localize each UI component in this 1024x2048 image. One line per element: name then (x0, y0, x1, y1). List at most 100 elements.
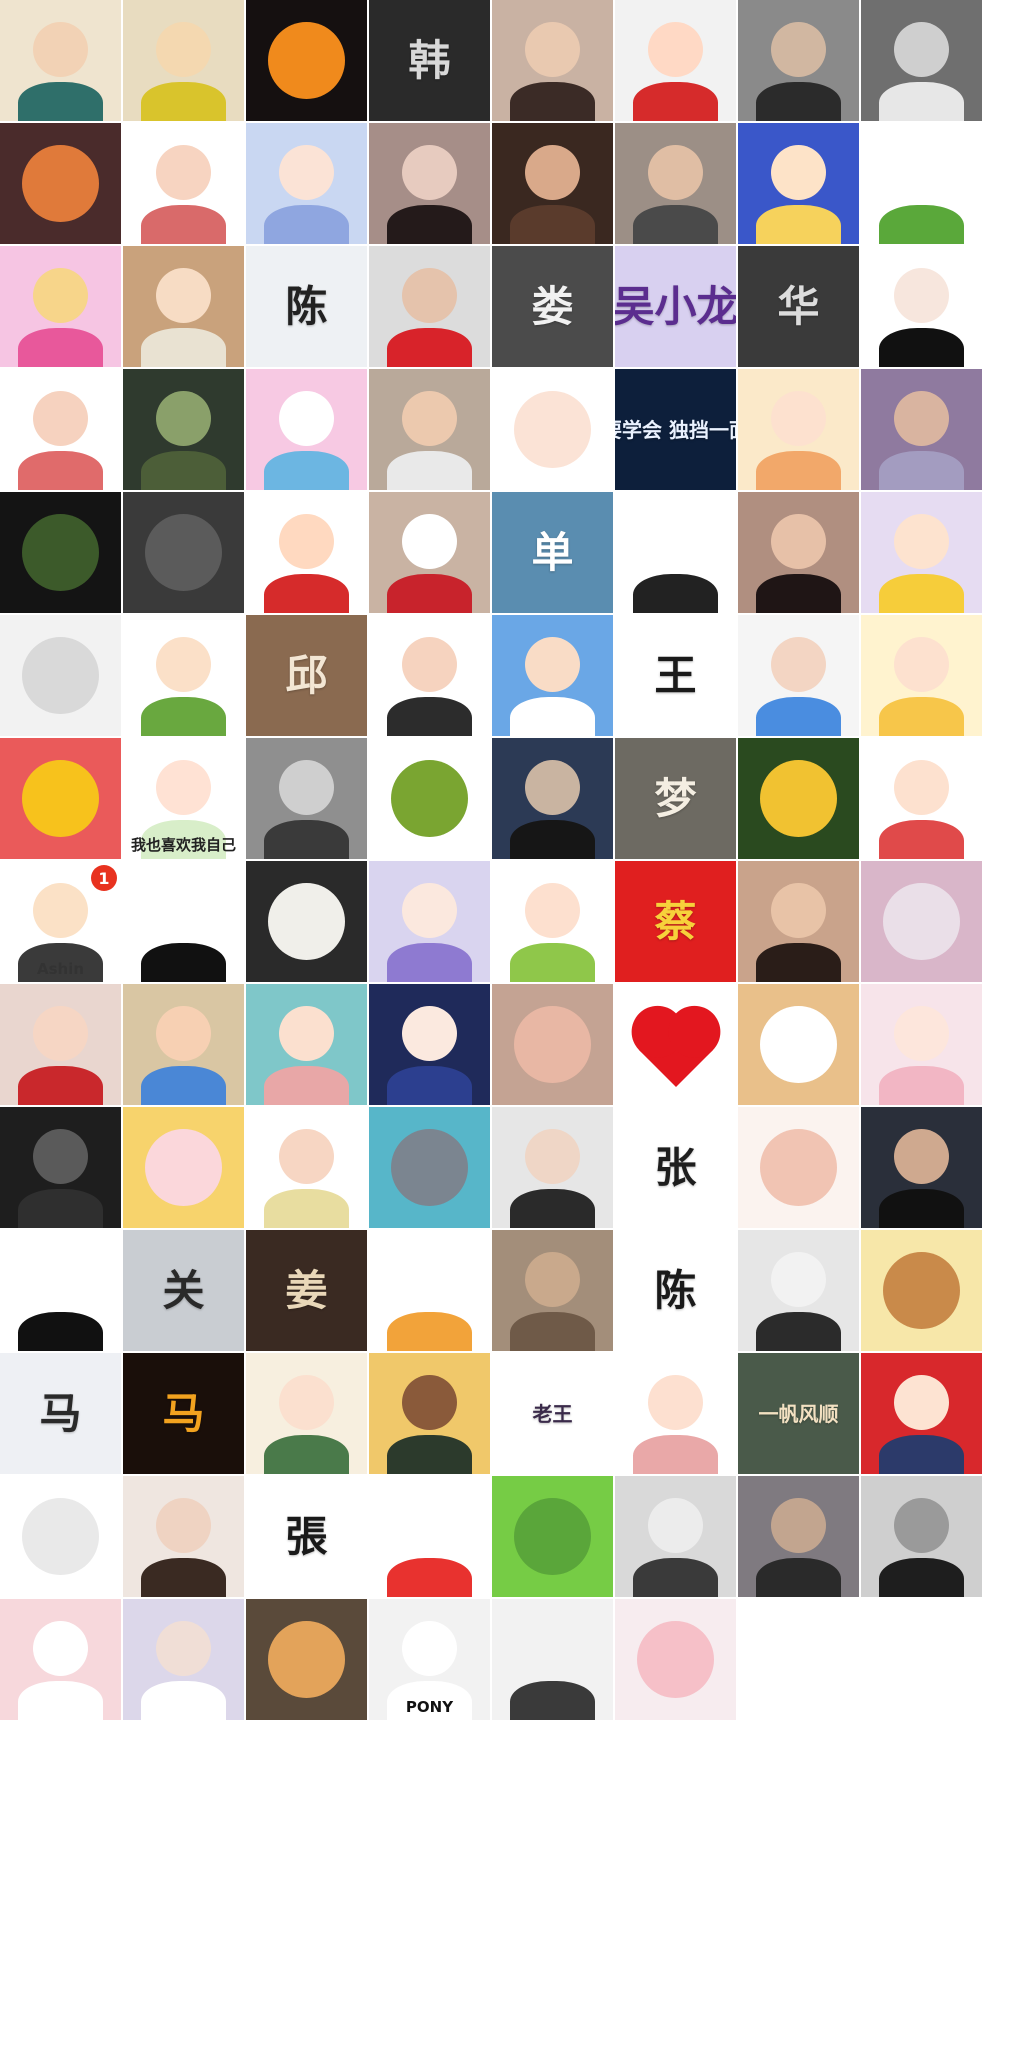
avatar-family-cartoon-hearts[interactable] (123, 123, 244, 244)
avatar-car-mirror-sunset[interactable] (0, 123, 121, 244)
avatar-ashin-cartoon-badge[interactable]: Ashin 1 (0, 861, 121, 982)
avatar-lou-silhouette[interactable]: 娄 (492, 246, 613, 367)
avatar-anime-blue-hair-girl[interactable] (246, 123, 367, 244)
avatar-chen-ink-figure[interactable]: 陈 (615, 1230, 736, 1351)
avatar-two-white-puppies[interactable] (246, 861, 367, 982)
avatar-anime-girl-white-hat[interactable] (861, 984, 982, 1105)
avatar-girl-long-hair-photo[interactable] (123, 1476, 244, 1597)
avatar-tom-jerry-cartoon[interactable] (861, 1230, 982, 1351)
avatar-couple-kissing-anime[interactable] (0, 984, 121, 1105)
avatar-couple-kiss-dark[interactable] (861, 1107, 982, 1228)
avatar-i-also-like-myself[interactable]: 我也喜欢我自己 (123, 738, 244, 859)
avatar-hua-calligraphy[interactable]: 华 (738, 246, 859, 367)
avatar-cartoon-sun[interactable] (0, 738, 121, 859)
avatar-white-rabbit-cartoon[interactable] (738, 984, 859, 1105)
avatar-boy-bandage-cartoon[interactable] (246, 984, 367, 1105)
avatar-couple-with-baby-cartoon[interactable] (246, 1107, 367, 1228)
avatar-han-calligraphy-plaque[interactable]: 韩 (369, 0, 490, 121)
avatar-couple-cartoon[interactable] (369, 615, 490, 736)
avatar-blond-man-photo[interactable] (369, 369, 490, 490)
avatar-girl-pink-hat-cartoon[interactable] (615, 1353, 736, 1474)
avatar-girl-black-cap-photo[interactable] (492, 1107, 613, 1228)
avatar-qiu-wood-calligraphy[interactable]: 邱 (246, 615, 367, 736)
avatar-girl-bun-red-cheeks[interactable] (0, 1230, 121, 1351)
avatar-girl-lineart-plant[interactable] (615, 492, 736, 613)
avatar-girl-black-hair-sketch[interactable] (861, 246, 982, 367)
avatar-cartoon-bear-lotus[interactable] (0, 246, 121, 367)
avatar-bw-wedding-photo[interactable] (861, 0, 982, 121)
avatar-ma-golden-horse[interactable]: 马 (123, 1353, 244, 1474)
avatar-princess-cartoon-blue[interactable] (738, 123, 859, 244)
avatar-fountain-pen-signature[interactable] (0, 615, 121, 736)
avatar-pink-pig-hands[interactable] (615, 1599, 736, 1720)
avatar-duck-straw-hat-cartoon[interactable] (369, 1230, 490, 1351)
avatar-girl-pigtails-cartoon[interactable] (492, 861, 613, 982)
avatar-kitten-santa-hat[interactable] (369, 492, 490, 613)
avatar-boy-dusk-silhouette[interactable] (738, 1476, 859, 1597)
avatar-woman-side-profile[interactable] (492, 123, 613, 244)
avatar-girl-headscarf-photo[interactable] (861, 369, 982, 490)
avatar-girl-smiling-photo[interactable] (738, 861, 859, 982)
avatar-girl-buns-cartoon[interactable] (123, 246, 244, 367)
avatar-wang-ink-circle[interactable]: 王 (615, 615, 736, 736)
avatar-blush-face-closeup[interactable] (492, 984, 613, 1105)
avatar-green-chat-bubbles[interactable] (492, 1476, 613, 1597)
avatar-fire-flames[interactable] (246, 0, 367, 121)
avatar-dan-heart-calligraphy[interactable]: 单 (492, 492, 613, 613)
avatar-charlie-brown-cartoon[interactable] (123, 0, 244, 121)
avatar-elderly-couple-cartoon[interactable] (738, 615, 859, 736)
avatar-anime-boy-bw-sketch[interactable] (738, 1230, 859, 1351)
avatar-girl-with-balloon[interactable] (861, 861, 982, 982)
avatar-cat-lotus-painting[interactable] (738, 1107, 859, 1228)
avatar-zhang-plum-circle[interactable]: 張 (246, 1476, 367, 1597)
avatar-man-hat-sepia[interactable] (492, 1230, 613, 1351)
avatar-sailing-boat-calligraphy[interactable]: 一帆风顺 (738, 1353, 859, 1474)
avatar-cat-christmas-hat[interactable] (123, 492, 244, 613)
avatar-teemo-game-character[interactable] (123, 369, 244, 490)
avatar-soldier-with-gun[interactable] (0, 1107, 121, 1228)
avatar-dream-sunset-silhouette[interactable]: 梦 (615, 738, 736, 859)
avatar-anime-flower-crown[interactable] (369, 984, 490, 1105)
avatar-girl-bunting-cartoon[interactable] (246, 1353, 367, 1474)
avatar-anime-girl-surprised[interactable] (738, 369, 859, 490)
avatar-laowang-circle-calligraphy[interactable]: 老王 (492, 1353, 613, 1474)
avatar-anime-purple-hair[interactable] (369, 861, 490, 982)
avatar-sailor-moon[interactable] (861, 492, 982, 613)
avatar-yellow-bear-hood-girl[interactable] (861, 615, 982, 736)
avatar-boy-red-cheeks-lineart[interactable] (369, 1476, 490, 1597)
avatar-cartoon-boy-grid[interactable] (0, 1476, 121, 1597)
avatar-green-dragon-figure[interactable] (369, 738, 490, 859)
avatar-family-cartoon-two[interactable] (0, 369, 121, 490)
avatar-red-hoodie-girl-photo[interactable] (369, 246, 490, 367)
avatar-woman-smiling-photo[interactable] (738, 492, 859, 613)
avatar-green-hair-sketch[interactable] (861, 123, 982, 244)
avatar-cartoon-couple-red[interactable] (246, 492, 367, 613)
avatar-learn-to-stand-alone-text[interactable]: 要学会 独挡一面 (615, 369, 736, 490)
avatar-girl-straw-hat-pink[interactable] (0, 1599, 121, 1720)
avatar-smiling-face-lineart[interactable] (492, 369, 613, 490)
avatar-valentines-day-heart[interactable] (615, 984, 736, 1105)
avatar-anime-boy-teal-robe[interactable] (0, 0, 121, 121)
avatar-chen-ink-landscape[interactable]: 陈 (246, 246, 367, 367)
avatar-orange-cat-photo[interactable] (246, 1599, 367, 1720)
avatar-girl-dark-hair-photo[interactable] (369, 123, 490, 244)
avatar-boy-cap-k-sketch[interactable] (615, 1476, 736, 1597)
avatar-yellow-flowers[interactable] (738, 738, 859, 859)
avatar-man-bw-photo[interactable] (246, 738, 367, 859)
avatar-zhang-circle-calligraphy[interactable]: 张 (615, 1107, 736, 1228)
avatar-bear-cartoon-sitting[interactable] (369, 1353, 490, 1474)
avatar-man-city-night[interactable] (492, 738, 613, 859)
avatar-girl-with-teddy-bear[interactable] (492, 0, 613, 121)
avatar-mother-child-cartoon[interactable] (123, 984, 244, 1105)
avatar-cai-red-papercut[interactable]: 蔡 (615, 861, 736, 982)
avatar-jiang-heart-calligraphy[interactable]: 姜 (246, 1230, 367, 1351)
avatar-girl-santa-hat-cartoon[interactable] (861, 1353, 982, 1474)
avatar-tom-cat-cartoon[interactable] (369, 1107, 490, 1228)
avatar-cat-girl-pink[interactable] (246, 369, 367, 490)
avatar-man-in-car-photo[interactable] (738, 0, 859, 121)
avatar-pony-boy-sketch[interactable]: PONY (369, 1599, 490, 1720)
avatar-bamboo-night-scene[interactable] (0, 492, 121, 613)
avatar-ma-plum-blossom[interactable]: 马 (0, 1353, 121, 1474)
avatar-pink-pig-cartoon[interactable] (123, 1107, 244, 1228)
avatar-boy-plant-head-cartoon[interactable] (123, 615, 244, 736)
